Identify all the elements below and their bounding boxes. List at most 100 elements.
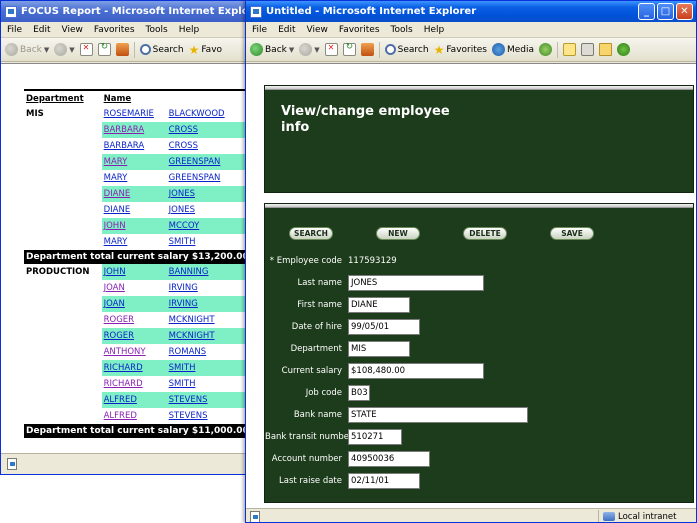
menu-help[interactable]: Help: [179, 25, 200, 35]
folder-icon[interactable]: [599, 43, 613, 56]
first-name-link[interactable]: JOHN: [104, 267, 126, 277]
bank-transit-number-field[interactable]: 510271: [348, 429, 402, 445]
favorites-button[interactable]: ★ Favo: [189, 44, 222, 56]
last-name-link[interactable]: STEVENS: [169, 411, 208, 421]
page-done-icon: [7, 458, 17, 470]
first-name-link[interactable]: MARY: [104, 157, 128, 167]
first-name-link[interactable]: JOHN: [104, 221, 126, 231]
first-name-link[interactable]: MARY: [104, 237, 128, 247]
department-field[interactable]: MIS: [348, 341, 410, 357]
search-label: Search: [397, 44, 429, 55]
last-raise-date-field[interactable]: 02/11/01: [348, 473, 420, 489]
forward-button[interactable]: ▼: [54, 43, 75, 56]
favorites-button[interactable]: ★ Favorites: [434, 44, 487, 56]
menu-file[interactable]: File: [7, 25, 22, 35]
menu-edit[interactable]: Edit: [33, 25, 50, 35]
first-name-cell: MARY: [101, 154, 167, 170]
last-name-link[interactable]: SMITH: [169, 237, 196, 247]
first-name-link[interactable]: BARBARA: [104, 125, 145, 135]
last-name-link[interactable]: STEVENS: [169, 395, 208, 405]
last-name-link[interactable]: IRVING: [169, 299, 198, 309]
mail-icon[interactable]: [563, 43, 577, 56]
search-button[interactable]: Search: [139, 44, 184, 55]
stop-icon[interactable]: [79, 43, 93, 56]
last-name-link[interactable]: SMITH: [169, 363, 196, 373]
department-cell: [24, 138, 102, 154]
media-button[interactable]: Media: [491, 43, 534, 56]
menu-file[interactable]: File: [252, 25, 267, 35]
last-name-field[interactable]: JONES: [348, 275, 484, 291]
first-name-link[interactable]: JOAN: [104, 283, 125, 293]
delete-button[interactable]: DELETE: [463, 227, 507, 240]
new-button[interactable]: NEW: [376, 227, 420, 240]
menu-tools[interactable]: Tools: [146, 25, 168, 35]
history-icon[interactable]: [539, 43, 553, 56]
first-name-row: First name DIANE: [265, 297, 695, 313]
last-name-link[interactable]: IRVING: [169, 283, 198, 293]
menu-view[interactable]: View: [62, 25, 83, 35]
first-name-link[interactable]: BARBARA: [104, 141, 145, 151]
first-name-link[interactable]: MARY: [104, 173, 128, 183]
first-name-link[interactable]: RICHARD: [104, 363, 143, 373]
last-name-link[interactable]: MCKNIGHT: [169, 331, 215, 341]
menu-edit[interactable]: Edit: [278, 25, 295, 35]
job-code-field[interactable]: B03: [348, 385, 370, 401]
refresh-icon[interactable]: [97, 42, 111, 56]
department-cell: [24, 218, 102, 234]
menu-favorites[interactable]: Favorites: [94, 25, 135, 35]
department-cell: [24, 202, 102, 218]
first-name-link[interactable]: DIANE: [104, 189, 131, 199]
date-of-hire-field[interactable]: 99/05/01: [348, 319, 420, 335]
last-name-link[interactable]: BLACKWOOD: [169, 109, 225, 119]
table-row: RICHARDSMITH8: [24, 360, 249, 376]
last-name-link[interactable]: MCKNIGHT: [169, 315, 215, 325]
last-name-link[interactable]: JONES: [169, 189, 195, 199]
first-name-field[interactable]: DIANE: [348, 297, 410, 313]
current-salary-field[interactable]: $108,480.00: [348, 363, 484, 379]
search-button[interactable]: SEARCH: [289, 227, 333, 240]
last-name-link[interactable]: SMITH: [169, 379, 196, 389]
last-name-link[interactable]: BANNING: [169, 267, 209, 277]
back-button[interactable]: Back ▼: [5, 43, 49, 56]
first-name-link[interactable]: ROGER: [104, 315, 134, 325]
last-name-link[interactable]: CROSS: [169, 125, 198, 135]
first-name-link[interactable]: JOAN: [104, 299, 125, 309]
forward-button[interactable]: ▼: [299, 43, 320, 56]
print-icon[interactable]: [581, 43, 595, 56]
bank-name-label: Bank name: [293, 410, 342, 420]
stop-icon[interactable]: [324, 43, 338, 56]
last-name-link[interactable]: GREENSPAN: [169, 157, 221, 167]
close-icon[interactable]: ✕: [676, 3, 693, 20]
home-icon[interactable]: [360, 43, 374, 56]
refresh-icon[interactable]: [342, 42, 356, 56]
maximize-icon[interactable]: □: [657, 3, 674, 20]
first-name-link[interactable]: ALFRED: [104, 395, 137, 405]
first-name-link[interactable]: DIANE: [104, 205, 131, 215]
first-name-link[interactable]: ROSEMARIE: [104, 109, 154, 119]
menu-help[interactable]: Help: [424, 25, 445, 35]
bank-name-field[interactable]: STATE: [348, 407, 528, 423]
save-button[interactable]: SAVE: [550, 227, 594, 240]
back-button[interactable]: Back ▼: [250, 43, 294, 56]
window2-titlebar[interactable]: Untitled - Microsoft Internet Explorer _…: [246, 1, 696, 22]
table-row: MISROSEMARIEBLACKWOOD8: [24, 106, 249, 122]
menu-favorites[interactable]: Favorites: [339, 25, 380, 35]
first-name-link[interactable]: ROGER: [104, 331, 134, 341]
home-icon[interactable]: [115, 43, 129, 56]
last-name-link[interactable]: JONES: [169, 205, 195, 215]
search-button[interactable]: Search: [384, 44, 429, 55]
first-name-link[interactable]: ALFRED: [104, 411, 137, 421]
account-number-field[interactable]: 40950036: [348, 451, 430, 467]
last-name-link[interactable]: CROSS: [169, 141, 198, 151]
messenger-icon[interactable]: [617, 43, 631, 56]
last-name-link[interactable]: GREENSPAN: [169, 173, 221, 183]
first-name-link[interactable]: ANTHONY: [104, 347, 146, 357]
first-name-link[interactable]: RICHARD: [104, 379, 143, 389]
minimize-icon[interactable]: _: [638, 3, 655, 20]
menu-view[interactable]: View: [307, 25, 328, 35]
menu-tools[interactable]: Tools: [391, 25, 413, 35]
last-name-link[interactable]: ROMANS: [169, 347, 207, 357]
last-name-link[interactable]: MCCOY: [169, 221, 200, 231]
window1-titlebar[interactable]: FOCUS Report - Microsoft Internet Explor…: [1, 1, 249, 22]
back-arrow-icon: [5, 43, 18, 56]
